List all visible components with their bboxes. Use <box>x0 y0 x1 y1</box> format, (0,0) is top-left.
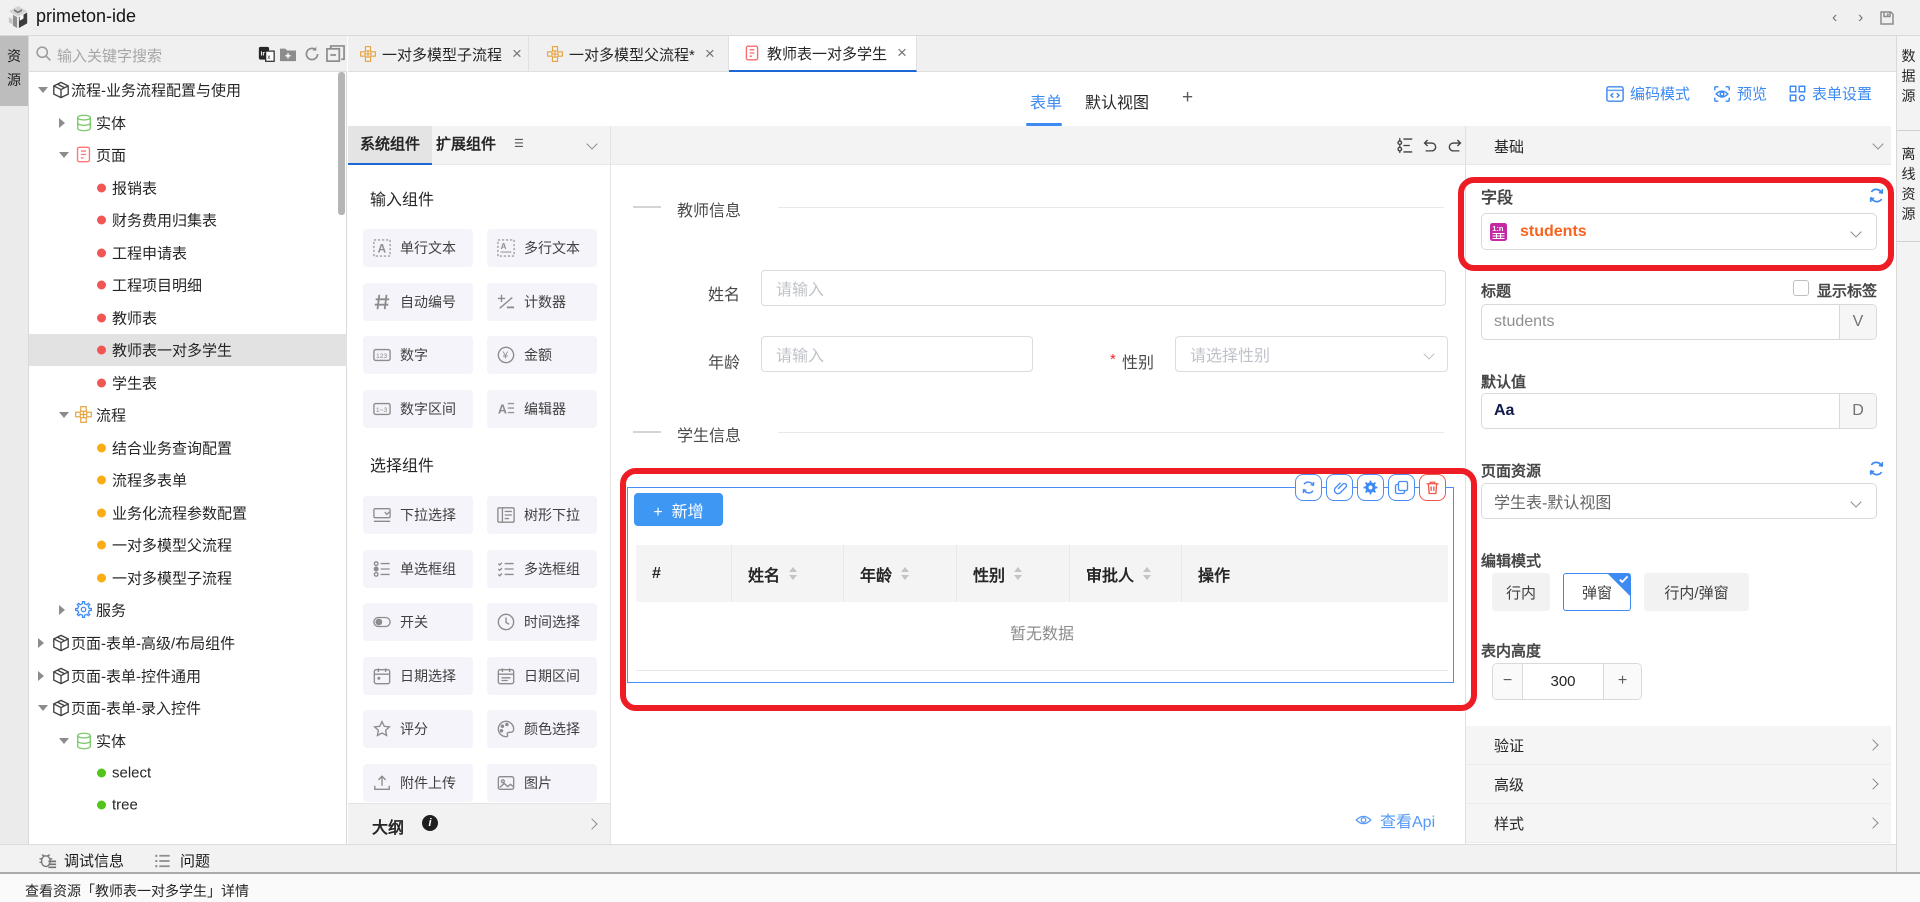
svg-text:A: A <box>378 243 387 256</box>
svg-text:A: A <box>501 242 507 251</box>
svg-text:¥: ¥ <box>502 351 509 362</box>
svg-text:1~3: 1~3 <box>376 407 388 414</box>
svg-text:A: A <box>498 402 507 416</box>
svg-text:x: x <box>267 55 270 61</box>
svg-text:123: 123 <box>376 353 388 360</box>
